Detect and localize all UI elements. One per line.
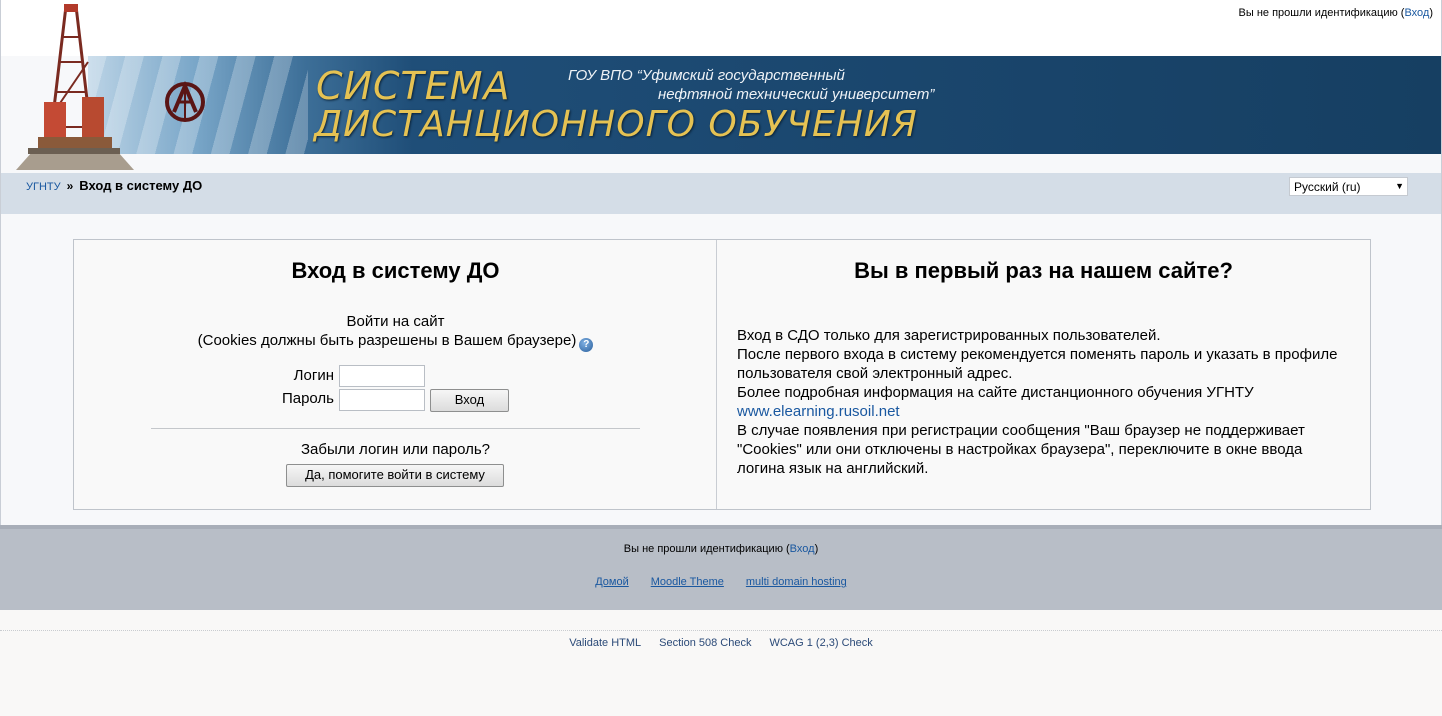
footer-links: Домой Moodle Theme multi domain hosting: [0, 576, 1442, 588]
login-link-top[interactable]: Вход: [1404, 7, 1429, 19]
info-line-3: Более подробная информация на сайте дист…: [737, 384, 1254, 401]
footer-login-info: Вы не прошли идентификацию (Вход): [623, 543, 819, 555]
language-selected: Русский (ru): [1294, 180, 1361, 194]
breadcrumb-current: Вход в систему ДО: [79, 178, 203, 193]
first-time-info: Вход в СДО только для зарегистрированных…: [737, 326, 1347, 478]
first-time-panel: Вы в первый раз на нашем сайте? Вход в С…: [717, 240, 1370, 509]
footer-theme-link[interactable]: Moodle Theme: [651, 576, 724, 588]
info-line-4: В случае появления при регистрации сообщ…: [737, 422, 1305, 477]
banner-subtitle-line1: ГОУ ВПО “Уфимский государственный: [568, 67, 845, 84]
chevron-down-icon: ▼: [1395, 181, 1404, 191]
breadcrumb-separator: »: [66, 179, 74, 193]
forgot-password-text: Забыли логин или пароль?: [300, 441, 491, 458]
university-logo-icon: [165, 80, 205, 122]
elearning-link[interactable]: www.elearning.rusoil.net: [737, 403, 900, 420]
password-input[interactable]: [339, 389, 425, 411]
site-banner: СИСТЕМА ДИСТАНЦИОННОГО ОБУЧЕНИЯ ГОУ ВПО …: [88, 56, 1441, 154]
navigation-bar: УГНТУ » Вход в систему ДО Русский (ru) ▼: [1, 173, 1441, 214]
login-info: Вы не прошли идентификацию (Вход): [1238, 7, 1433, 19]
dotted-divider: [0, 630, 1442, 631]
banner-title-line1: СИСТЕМА: [316, 64, 511, 108]
login-enter-line: Войти на сайт: [346, 313, 445, 330]
password-label: Пароль: [281, 390, 334, 407]
login-title: Вход в систему ДО: [291, 258, 500, 283]
help-icon[interactable]: ?: [579, 338, 594, 352]
breadcrumb-home-link[interactable]: УГНТУ: [26, 181, 61, 193]
login-link-footer[interactable]: Вход: [790, 543, 815, 555]
footer-home-link[interactable]: Домой: [595, 576, 629, 588]
divider: [151, 428, 640, 429]
first-time-title: Вы в первый раз на нашем сайте?: [854, 258, 1233, 283]
validator-links: Validate HTML Section 508 Check WCAG 1 (2,…: [0, 637, 1442, 649]
oil-rig-icon: [16, 4, 134, 170]
username-label: Логин: [293, 367, 334, 384]
banner-subtitle-line2: нефтяной технический университет”: [658, 86, 935, 103]
wcag-link[interactable]: WCAG 1 (2,3) Check: [769, 637, 872, 649]
login-instructions: Войти на сайт (Cookies должны быть разре…: [74, 312, 717, 352]
validate-html-link[interactable]: Validate HTML: [569, 637, 641, 649]
breadcrumb: УГНТУ » Вход в систему ДО: [26, 178, 202, 193]
login-button[interactable]: Вход: [430, 389, 509, 412]
forgot-password-button[interactable]: Да, помогите войти в систему: [286, 464, 504, 487]
login-panel: Вход в систему ДО Войти на сайт (Cookies…: [74, 240, 717, 509]
username-input[interactable]: [339, 365, 425, 387]
banner-title-line2: ДИСТАНЦИОННОГО ОБУЧЕНИЯ: [314, 104, 918, 145]
top-bar: Вы не прошли идентификацию (Вход): [1, 0, 1441, 56]
cookies-note: (Cookies должны быть разрешены в Вашем б…: [197, 332, 577, 349]
footer: Вы не прошли идентификацию (Вход) Домой M…: [0, 525, 1442, 610]
section-508-link[interactable]: Section 508 Check: [659, 637, 751, 649]
info-line-2: После первого входа в систему рекомендуе…: [737, 346, 1338, 382]
info-line-1: Вход в СДО только для зарегистрированных…: [737, 327, 1161, 344]
language-select[interactable]: Русский (ru) ▼: [1289, 177, 1408, 196]
login-box: Вход в систему ДО Войти на сайт (Cookies…: [73, 239, 1371, 510]
footer-hosting-link[interactable]: multi domain hosting: [746, 576, 847, 588]
